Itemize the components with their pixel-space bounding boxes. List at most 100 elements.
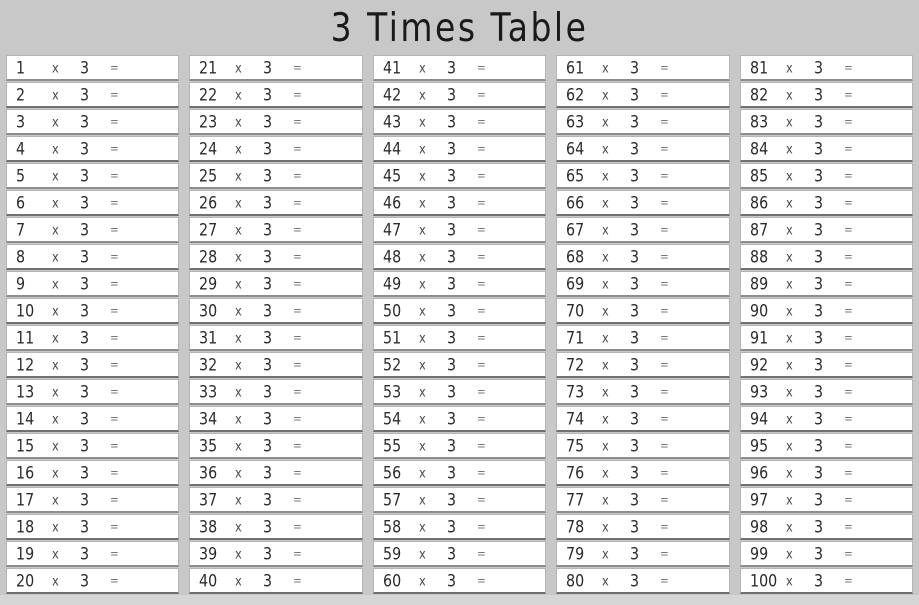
problem-row[interactable]: 91 x 3 =	[739, 325, 914, 351]
problem-row[interactable]: 11 x 3 =	[6, 325, 180, 351]
answer-blank[interactable]	[134, 526, 178, 527]
problem-row[interactable]: 56 x 3 =	[372, 460, 547, 486]
problem-row[interactable]: 70 x 3 =	[556, 298, 730, 324]
answer-blank[interactable]	[501, 310, 545, 311]
answer-blank[interactable]	[501, 499, 545, 500]
answer-blank[interactable]	[684, 391, 728, 392]
answer-blank[interactable]	[501, 472, 545, 473]
answer-blank[interactable]	[134, 418, 178, 419]
answer-blank[interactable]	[868, 175, 912, 176]
answer-blank[interactable]	[684, 364, 728, 365]
answer-blank[interactable]	[317, 553, 361, 554]
problem-row[interactable]: 7 x 3 =	[6, 217, 180, 243]
answer-blank[interactable]	[868, 121, 912, 122]
problem-row[interactable]: 14 x 3 =	[6, 406, 180, 432]
problem-row[interactable]: 61 x 3 =	[556, 55, 730, 81]
problem-row[interactable]: 85 x 3 =	[739, 163, 914, 189]
problem-row[interactable]: 31 x 3 =	[189, 325, 363, 351]
answer-blank[interactable]	[501, 337, 545, 338]
answer-blank[interactable]	[134, 364, 178, 365]
answer-blank[interactable]	[501, 229, 545, 230]
problem-row[interactable]: 9 x 3 =	[6, 271, 180, 297]
problem-row[interactable]: 98 x 3 =	[739, 514, 914, 540]
answer-blank[interactable]	[134, 256, 178, 257]
answer-blank[interactable]	[868, 310, 912, 311]
problem-row[interactable]: 51 x 3 =	[372, 325, 547, 351]
problem-row[interactable]: 67 x 3 =	[556, 217, 730, 243]
problem-row[interactable]: 97 x 3 =	[739, 487, 914, 513]
answer-blank[interactable]	[684, 148, 728, 149]
answer-blank[interactable]	[134, 229, 178, 230]
answer-blank[interactable]	[501, 256, 545, 257]
answer-blank[interactable]	[868, 472, 912, 473]
problem-row[interactable]: 43 x 3 =	[372, 109, 547, 135]
answer-blank[interactable]	[868, 283, 912, 284]
answer-blank[interactable]	[317, 148, 361, 149]
problem-row[interactable]: 90 x 3 =	[739, 298, 914, 324]
problem-row[interactable]: 6 x 3 =	[6, 190, 180, 216]
problem-row[interactable]: 84 x 3 =	[739, 136, 914, 162]
answer-blank[interactable]	[868, 67, 912, 68]
problem-row[interactable]: 10 x 3 =	[6, 298, 180, 324]
answer-blank[interactable]	[317, 121, 361, 122]
problem-row[interactable]: 12 x 3 =	[6, 352, 180, 378]
answer-blank[interactable]	[684, 175, 728, 176]
problem-row[interactable]: 93 x 3 =	[739, 379, 914, 405]
problem-row[interactable]: 96 x 3 =	[739, 460, 914, 486]
problem-row[interactable]: 68 x 3 =	[556, 244, 730, 270]
answer-blank[interactable]	[684, 121, 728, 122]
problem-row[interactable]: 50 x 3 =	[372, 298, 547, 324]
answer-blank[interactable]	[684, 472, 728, 473]
problem-row[interactable]: 54 x 3 =	[372, 406, 547, 432]
problem-row[interactable]: 59 x 3 =	[372, 541, 547, 567]
problem-row[interactable]: 15 x 3 =	[6, 433, 180, 459]
problem-row[interactable]: 58 x 3 =	[372, 514, 547, 540]
problem-row[interactable]: 3 x 3 =	[6, 109, 180, 135]
answer-blank[interactable]	[868, 364, 912, 365]
problem-row[interactable]: 87 x 3 =	[739, 217, 914, 243]
answer-blank[interactable]	[868, 337, 912, 338]
answer-blank[interactable]	[317, 256, 361, 257]
answer-blank[interactable]	[501, 526, 545, 527]
problem-row[interactable]: 1 x 3 =	[6, 55, 180, 81]
problem-row[interactable]: 29 x 3 =	[189, 271, 363, 297]
answer-blank[interactable]	[684, 283, 728, 284]
answer-blank[interactable]	[317, 526, 361, 527]
answer-blank[interactable]	[501, 364, 545, 365]
problem-row[interactable]: 24 x 3 =	[189, 136, 363, 162]
problem-row[interactable]: 88 x 3 =	[739, 244, 914, 270]
answer-blank[interactable]	[134, 445, 178, 446]
problem-row[interactable]: 48 x 3 =	[372, 244, 547, 270]
problem-row[interactable]: 100 x 3 =	[739, 568, 914, 594]
answer-blank[interactable]	[317, 283, 361, 284]
problem-row[interactable]: 95 x 3 =	[739, 433, 914, 459]
answer-blank[interactable]	[501, 202, 545, 203]
problem-row[interactable]: 25 x 3 =	[189, 163, 363, 189]
problem-row[interactable]: 60 x 3 =	[372, 568, 547, 594]
problem-row[interactable]: 64 x 3 =	[556, 136, 730, 162]
problem-row[interactable]: 44 x 3 =	[372, 136, 547, 162]
answer-blank[interactable]	[317, 175, 361, 176]
answer-blank[interactable]	[501, 391, 545, 392]
answer-blank[interactable]	[684, 256, 728, 257]
problem-row[interactable]: 63 x 3 =	[556, 109, 730, 135]
problem-row[interactable]: 33 x 3 =	[189, 379, 363, 405]
problem-row[interactable]: 27 x 3 =	[189, 217, 363, 243]
problem-row[interactable]: 13 x 3 =	[6, 379, 180, 405]
answer-blank[interactable]	[134, 580, 178, 581]
problem-row[interactable]: 21 x 3 =	[189, 55, 363, 81]
problem-row[interactable]: 28 x 3 =	[189, 244, 363, 270]
answer-blank[interactable]	[684, 499, 728, 500]
answer-blank[interactable]	[684, 67, 728, 68]
problem-row[interactable]: 94 x 3 =	[739, 406, 914, 432]
answer-blank[interactable]	[868, 445, 912, 446]
answer-blank[interactable]	[134, 553, 178, 554]
problem-row[interactable]: 2 x 3 =	[6, 82, 180, 108]
answer-blank[interactable]	[684, 526, 728, 527]
problem-row[interactable]: 79 x 3 =	[556, 541, 730, 567]
answer-blank[interactable]	[501, 283, 545, 284]
answer-blank[interactable]	[868, 94, 912, 95]
problem-row[interactable]: 5 x 3 =	[6, 163, 180, 189]
problem-row[interactable]: 18 x 3 =	[6, 514, 180, 540]
answer-blank[interactable]	[317, 580, 361, 581]
